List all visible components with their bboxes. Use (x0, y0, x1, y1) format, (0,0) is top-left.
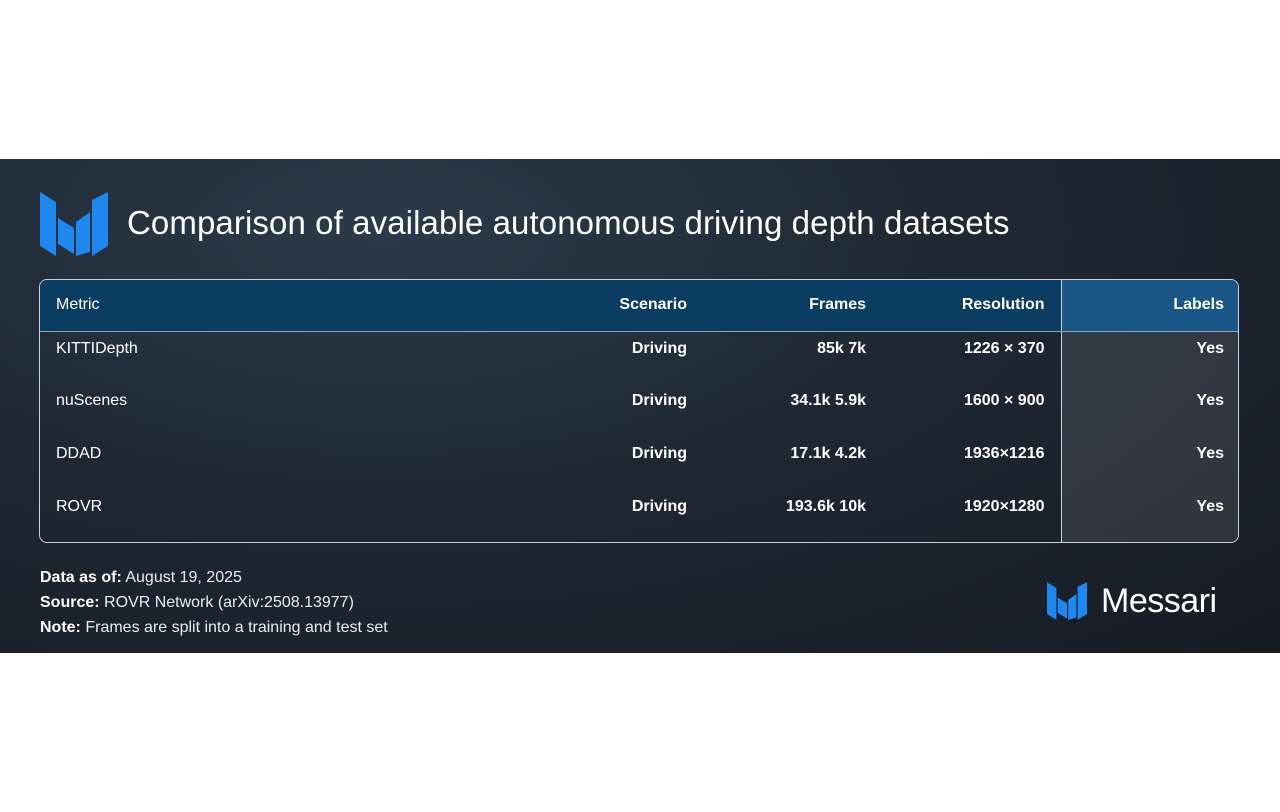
data-as-of-label: Data as of: (40, 569, 122, 586)
header-resolution: Resolution (882, 280, 1061, 332)
chart-title: Comparison of available autonomous drivi… (127, 204, 1010, 241)
cell-resolution: 1226 × 370 (963, 339, 1045, 357)
source-value: ROVR Network (arXiv:2508.13977) (99, 594, 354, 611)
data-as-of-value: August 19, 2025 (121, 569, 242, 586)
note-label: Note: (40, 619, 81, 636)
table-row: KITTIDepth Driving 85k 7k 1226 × 370 Yes (40, 331, 1238, 384)
cell-frames: 17.1k 4.2k (790, 445, 866, 462)
brand-name: Messari (1101, 582, 1217, 620)
source-label: Source: (40, 594, 100, 611)
footnotes: Data as of: August 19, 2025 Source: ROVR… (40, 565, 388, 640)
table-header-row: Metric Scenario Frames Resolution Labels (40, 280, 1238, 332)
cell-labels: Yes (1060, 437, 1238, 490)
cell-metric: ROVR (56, 498, 103, 515)
cell-labels: Yes (1060, 331, 1238, 384)
cell-scenario: Driving (631, 392, 687, 409)
header-frames: Frames (703, 280, 882, 332)
cell-scenario: Driving (631, 498, 687, 515)
note-value: Frames are split into a training and tes… (80, 619, 388, 636)
source-line: Source: ROVR Network (arXiv:2508.13977) (40, 590, 388, 615)
cell-resolution: 1920×1280 (963, 498, 1045, 515)
messari-logo-icon (40, 192, 108, 256)
cell-labels: Yes (1060, 490, 1238, 542)
header-metric: Metric (40, 280, 520, 332)
cell-resolution: 1600 × 900 (963, 392, 1045, 409)
cell-scenario: Driving (631, 339, 687, 357)
cell-frames: 85k 7k (817, 339, 866, 357)
data-table: Metric Scenario Frames Resolution Labels… (39, 279, 1239, 543)
chart-panel: Comparison of available autonomous drivi… (0, 159, 1280, 653)
note-line: Note: Frames are split into a training a… (40, 615, 388, 640)
cell-frames: 34.1k 5.9k (790, 392, 866, 409)
cell-resolution: 1936×1216 (963, 445, 1045, 462)
cell-metric: nuScenes (56, 392, 128, 409)
table-row: DDAD Driving 17.1k 4.2k 1936×1216 Yes (40, 437, 1238, 490)
header-scenario: Scenario (520, 280, 703, 332)
header-labels: Labels (1060, 280, 1238, 332)
cell-metric: DDAD (56, 445, 102, 462)
messari-logo-icon (1047, 582, 1087, 620)
cell-scenario: Driving (631, 445, 687, 462)
table-row: nuScenes Driving 34.1k 5.9k 1600 × 900 Y… (40, 384, 1238, 437)
cell-metric: KITTIDepth (56, 339, 138, 357)
data-as-of-line: Data as of: August 19, 2025 (40, 565, 388, 590)
cell-labels: Yes (1060, 384, 1238, 437)
table-row: ROVR Driving 193.6k 10k 1920×1280 Yes (40, 490, 1238, 542)
cell-frames: 193.6k 10k (785, 498, 866, 515)
brand-logo: Messari (1047, 582, 1217, 620)
